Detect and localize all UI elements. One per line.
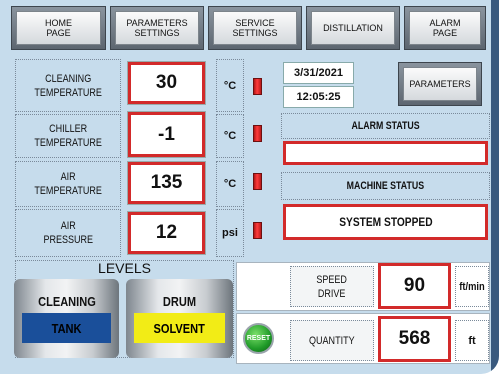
drum-solvent-level: SOLVENT	[134, 313, 225, 343]
air-temperature-label: AIR TEMPERATURE	[15, 161, 121, 207]
quantity-label: QUANTITY	[290, 320, 374, 361]
home-page-button[interactable]: HOME PAGE	[11, 6, 106, 50]
quantity-value[interactable]: 568	[378, 316, 451, 362]
time-display: 12:05:25	[283, 86, 354, 108]
cleaning-temperature-value[interactable]: 30	[127, 61, 206, 105]
air-pressure-label: AIR PRESSURE	[15, 209, 121, 257]
alarm-status-display	[283, 141, 488, 165]
chiller-temperature-label: CHILLER TEMPERATURE	[15, 114, 121, 158]
parameters-button-label: PARAMETERS	[403, 67, 477, 101]
air-pressure-unit: psi	[216, 209, 244, 257]
drum-solvent-gauge: DRUM SOLVENT	[126, 279, 233, 358]
cleaning-tank-top-label: CLEANING	[37, 293, 96, 309]
drum-solvent-top-label: DRUM	[162, 293, 197, 309]
alarm-page-button[interactable]: ALARM PAGE	[404, 6, 486, 50]
date-display: 3/31/2021	[283, 62, 354, 84]
air-pressure-indicator	[253, 222, 262, 239]
levels-title: LEVELS	[98, 260, 151, 276]
quantity-unit: ft	[455, 320, 489, 361]
air-pressure-value[interactable]: 12	[127, 211, 206, 255]
cleaning-temperature-unit: °C	[216, 59, 244, 112]
cleaning-tank-gauge: CLEANING TANK	[14, 279, 119, 358]
machine-status-display: SYSTEM STOPPED	[283, 204, 488, 240]
distillation-button[interactable]: DISTILLATION	[306, 6, 400, 50]
chiller-temperature-indicator	[253, 125, 262, 142]
cleaning-temperature-label: CLEANING TEMPERATURE	[15, 59, 121, 112]
air-temperature-indicator	[253, 173, 262, 190]
distillation-label: DISTILLATION	[311, 11, 395, 45]
reset-button-label: RESET	[246, 335, 271, 342]
service-settings-label: SERVICE SETTINGS	[213, 11, 297, 45]
alarm-page-label: ALARM PAGE	[409, 11, 481, 45]
home-page-label: HOME PAGE	[16, 11, 101, 45]
speed-drive-unit: ft/min	[455, 266, 489, 307]
hmi-screen: HOME PAGE PARAMETERS SETTINGS SERVICE SE…	[0, 0, 499, 374]
reset-button[interactable]: RESET	[243, 323, 274, 354]
screen-bezel	[491, 0, 499, 374]
parameters-settings-button[interactable]: PARAMETERS SETTINGS	[110, 6, 204, 50]
speed-drive-label: SPEED DRIVE	[290, 266, 374, 307]
parameters-button[interactable]: PARAMETERS	[398, 62, 482, 106]
chiller-temperature-value[interactable]: -1	[127, 111, 206, 158]
cleaning-tank-level: TANK	[22, 313, 111, 343]
alarm-status-label: ALARM STATUS	[281, 113, 490, 139]
machine-status-label: MACHINE STATUS	[281, 172, 490, 200]
parameters-settings-label: PARAMETERS SETTINGS	[115, 11, 199, 45]
air-temperature-value[interactable]: 135	[127, 161, 206, 205]
air-temperature-unit: °C	[216, 161, 244, 207]
service-settings-button[interactable]: SERVICE SETTINGS	[208, 6, 302, 50]
chiller-temperature-unit: °C	[216, 114, 244, 158]
cleaning-temperature-indicator	[253, 78, 262, 95]
speed-drive-value[interactable]: 90	[378, 263, 451, 309]
